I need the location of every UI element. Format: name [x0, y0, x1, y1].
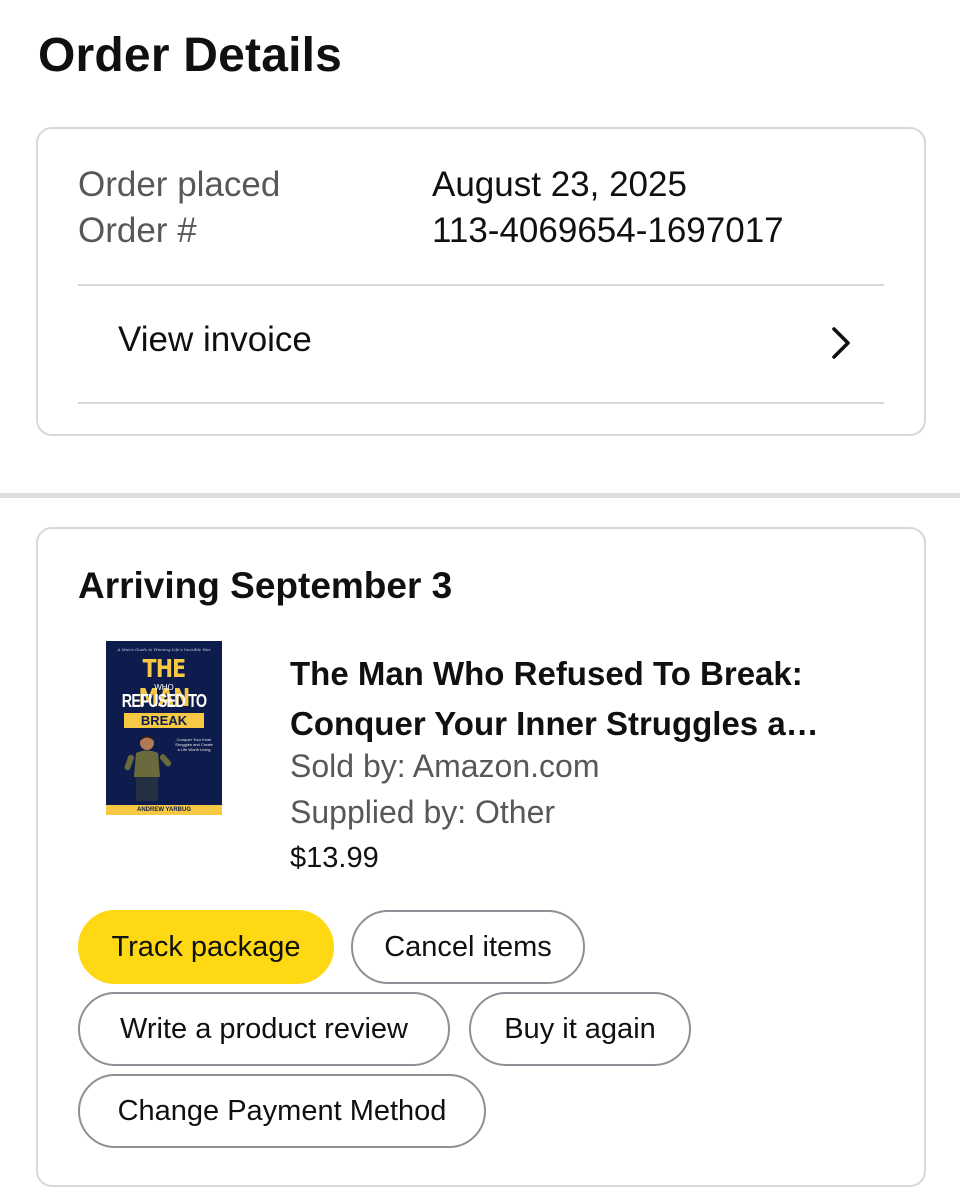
cover-subtitle: Conquer Your Inner Struggles and Create … [175, 737, 213, 752]
page-title: Order Details [38, 29, 343, 82]
view-invoice-label: View invoice [118, 320, 312, 359]
shipment-card: Arriving September 3 A Man's Guide to Wi… [36, 527, 926, 1187]
supplied-by: Supplied by: Other [290, 794, 556, 830]
section-divider [0, 493, 960, 498]
order-summary-card: Order placed August 23, 2025 Order # 113… [36, 127, 926, 436]
product-title-line-1: The Man Who Refused To Break: [290, 655, 803, 692]
view-invoice-row[interactable]: View invoice [78, 286, 884, 402]
change-payment-method-button[interactable]: Change Payment Method [78, 1074, 486, 1148]
cancel-items-button[interactable]: Cancel items [351, 910, 585, 984]
product-price: $13.99 [290, 842, 379, 874]
cover-title-break: BREAK [124, 713, 204, 728]
order-placed-label: Order placed [78, 165, 281, 204]
cover-person-illustration [124, 736, 172, 801]
arrival-heading: Arriving September 3 [78, 565, 453, 606]
cover-author: ANDREW YARBUG [106, 805, 222, 815]
cover-tagline: A Man's Guide to Winning Life's Invisibl… [117, 647, 211, 652]
product-title-line-2: Conquer Your Inner Struggles a… [290, 705, 819, 742]
order-placed-value: August 23, 2025 [432, 165, 687, 204]
product-cover-image[interactable]: A Man's Guide to Winning Life's Invisibl… [106, 641, 222, 815]
track-package-button[interactable]: Track package [78, 910, 334, 984]
chevron-right-icon [832, 327, 850, 359]
buy-it-again-button[interactable]: Buy it again [469, 992, 691, 1066]
write-review-button[interactable]: Write a product review [78, 992, 450, 1066]
product-title-link[interactable]: The Man Who Refused To Break: Conquer Yo… [290, 649, 910, 749]
divider [78, 402, 884, 404]
cover-title-refused: REFUSED TO [121, 691, 207, 711]
sold-by: Sold by: Amazon.com [290, 748, 600, 784]
order-placed-row: Order placed August 23, 2025 [78, 165, 687, 205]
order-number-value: 113-4069654-1697017 [432, 211, 784, 250]
order-number-row: Order # 113-4069654-1697017 [78, 211, 784, 251]
order-number-label: Order # [78, 211, 197, 250]
